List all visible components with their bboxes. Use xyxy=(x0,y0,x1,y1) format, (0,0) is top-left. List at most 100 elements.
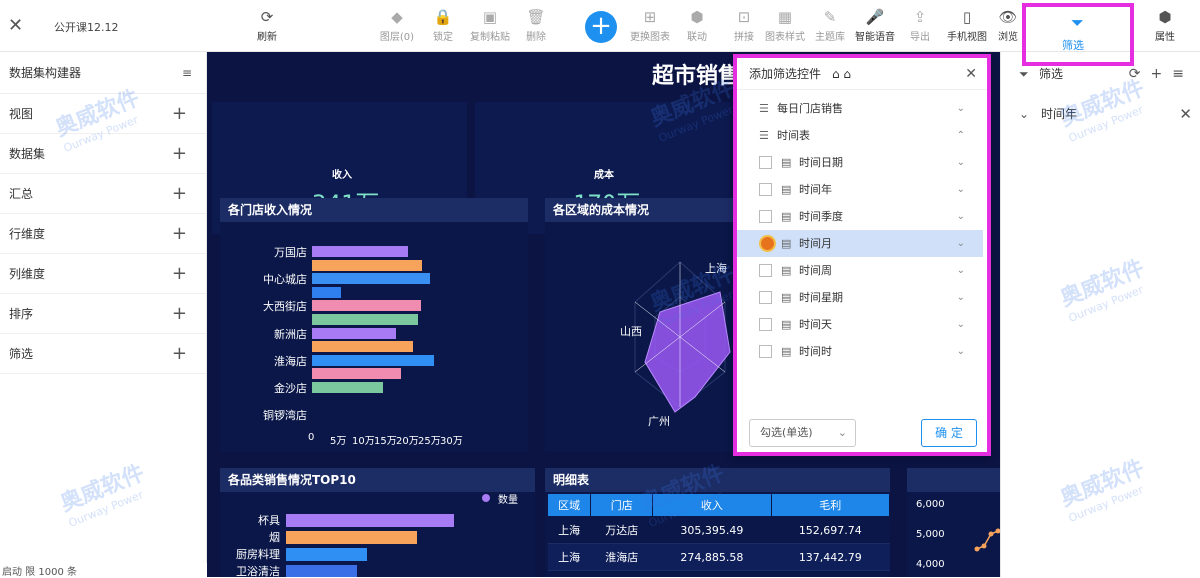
chevron-down-icon[interactable]: ⌄ xyxy=(957,230,965,257)
properties-button[interactable]: ⬢ 属性 xyxy=(1143,6,1187,43)
checkbox[interactable] xyxy=(759,318,772,331)
selection-mode-select[interactable]: 勾选(单选) ⌄ xyxy=(749,419,856,447)
delete-button[interactable]: 🗑 删除 xyxy=(514,6,558,43)
builder-row-row-dim[interactable]: 行维度 + xyxy=(0,214,206,254)
plus-icon[interactable]: + xyxy=(172,214,187,254)
chevron-down-icon[interactable]: ⌄ xyxy=(957,338,965,365)
bar[interactable] xyxy=(312,246,408,257)
chart-style-button[interactable]: ▦ 图表样式 xyxy=(760,6,810,43)
bar[interactable] xyxy=(312,382,384,393)
chevron-up-icon[interactable]: ⌃ xyxy=(957,122,965,149)
filter-field-item[interactable]: ▤ 时间周 ⌄ xyxy=(737,257,983,284)
bar[interactable] xyxy=(312,273,430,285)
close-icon[interactable]: ✕ xyxy=(965,58,977,90)
change-chart-button[interactable]: ⊞ 更换图表 xyxy=(625,6,675,43)
detail-table[interactable]: 区域 门店 收入 毛利 上海 万达店 305,395.49 152,697.74… xyxy=(546,493,891,571)
chevron-down-icon[interactable]: ⌄ xyxy=(957,203,965,230)
bar[interactable] xyxy=(312,354,435,366)
filter-button[interactable]: ⏷ 筛选 xyxy=(1022,3,1134,66)
lock-button[interactable]: 🔒 锁定 xyxy=(421,6,465,43)
chevron-down-icon[interactable]: ⌄ xyxy=(957,95,965,122)
bar[interactable] xyxy=(312,259,423,271)
linkage-icon: ⬢ xyxy=(690,8,704,26)
chevron-down-icon[interactable]: ⌄ xyxy=(1019,96,1029,132)
theme-button[interactable]: ✎ 主题库 xyxy=(808,6,852,43)
checkbox[interactable] xyxy=(759,183,772,196)
plus-icon[interactable]: + xyxy=(172,254,187,294)
voice-button[interactable]: 🎤 智能语音 xyxy=(852,6,898,43)
filter-field-item[interactable]: ▤ 时间季度 ⌄ xyxy=(737,203,983,230)
filter-field-item[interactable]: ▤ 时间时 ⌄ xyxy=(737,338,983,365)
data-point[interactable] xyxy=(974,546,980,552)
close-icon[interactable]: ✕ xyxy=(1179,96,1192,132)
bar[interactable] xyxy=(312,341,413,353)
row-limit-footer[interactable]: 启动 限 1000 条 xyxy=(0,563,207,578)
bar[interactable] xyxy=(312,286,341,298)
checkbox[interactable] xyxy=(759,345,772,358)
builder-row-dataset[interactable]: 数据集 + xyxy=(0,134,206,174)
builder-row-view[interactable]: 视图 + xyxy=(0,94,206,134)
builder-row-sort[interactable]: 排序 + xyxy=(0,294,206,334)
checkbox[interactable] xyxy=(759,291,772,304)
layer-button[interactable]: ◆ 图层(0) xyxy=(375,6,419,43)
copy-paste-button[interactable]: ▣ 复制粘贴 xyxy=(465,6,515,43)
collapse-icon[interactable]: ≡ xyxy=(182,52,192,94)
export-button[interactable]: ⇪ 导出 xyxy=(898,6,942,43)
data-point[interactable] xyxy=(988,531,994,537)
data-point[interactable] xyxy=(981,543,987,549)
region-cost-panel[interactable]: 各区域的成本情况 上海 山西 广州 xyxy=(545,198,735,452)
chevron-down-icon[interactable]: ⌄ xyxy=(957,257,965,284)
store-revenue-panel[interactable]: 各门店收入情况 万国店 中心城店 大西街店 新洲店 淮海店 金沙店 铜锣湾店 0 5万 10万 15… xyxy=(220,198,528,452)
browse-button[interactable]: 👁 浏览 xyxy=(993,6,1023,43)
column-header[interactable]: 毛利 xyxy=(770,493,891,517)
table-row[interactable]: 上海 淮海店 274,885.58 137,442.79 xyxy=(547,543,890,571)
add-component-button[interactable]: + xyxy=(585,11,617,43)
builder-row-filter[interactable]: 筛选 + xyxy=(0,334,206,374)
plus-icon[interactable]: + xyxy=(172,134,187,174)
calendar-icon: ▤ xyxy=(781,345,792,358)
mobile-view-button[interactable]: ▯ 手机视图 xyxy=(942,6,992,43)
builder-row-summary[interactable]: 汇总 + xyxy=(0,174,206,214)
builder-row-col-dim[interactable]: 列维度 + xyxy=(0,254,206,294)
bar[interactable] xyxy=(286,548,367,561)
line-chart-panel[interactable]: 6,000 5,000 4,000 xyxy=(907,468,1000,577)
filter-field-item[interactable]: ▤ 时间天 ⌄ xyxy=(737,311,983,338)
bar[interactable] xyxy=(312,314,418,325)
column-header[interactable]: 收入 xyxy=(652,493,772,517)
column-header[interactable]: 门店 xyxy=(590,493,654,517)
linkage-button[interactable]: ⬢ 联动 xyxy=(675,6,719,43)
confirm-button[interactable]: 确 定 xyxy=(921,419,977,447)
filter-field-item[interactable]: ▤ 时间日期 ⌄ xyxy=(737,149,983,176)
table-row[interactable]: 上海 万达店 305,395.49 152,697.74 xyxy=(547,516,890,544)
checkbox[interactable] xyxy=(759,264,772,277)
group-daily-store-sales[interactable]: ☰ 每日门店销售 ⌄ xyxy=(737,95,983,122)
bar[interactable] xyxy=(312,368,401,380)
filter-field-item[interactable]: ▤ 时间年 ⌄ xyxy=(737,176,983,203)
category-top10-panel[interactable]: 各品类销售情况TOP10 数量 杯具烟厨房料理 卫浴清洁 xyxy=(220,468,535,577)
plus-icon[interactable]: + xyxy=(172,294,187,334)
plus-icon[interactable]: + xyxy=(172,174,187,214)
chevron-down-icon[interactable]: ⌄ xyxy=(957,176,965,203)
filter-item-year[interactable]: ⌄ 时间年 ✕ xyxy=(1001,96,1200,132)
filter-field-item[interactable]: ▤ 时间星期 ⌄ xyxy=(737,284,983,311)
close-icon[interactable]: ✕ xyxy=(8,17,23,35)
chevron-down-icon[interactable]: ⌄ xyxy=(957,284,965,311)
bar[interactable] xyxy=(286,531,418,544)
column-header[interactable]: 区域 xyxy=(546,493,592,517)
chevron-down-icon[interactable]: ⌄ xyxy=(957,311,965,338)
bar[interactable] xyxy=(312,300,422,312)
plus-icon[interactable]: + xyxy=(172,94,187,134)
add-filter-dialog[interactable]: 添加筛选控件 ⌂ ⌂ ✕ ☰ 每日门店销售 ⌄ ☰ 时间表 ⌃ ▤ 时间日期 ⌄ ▤ 时… xyxy=(733,54,991,456)
checkbox[interactable] xyxy=(759,156,772,169)
plus-icon[interactable]: + xyxy=(172,334,187,374)
checkbox[interactable] xyxy=(759,210,772,223)
group-time-table[interactable]: ☰ 时间表 ⌃ xyxy=(737,122,983,149)
tag-icons[interactable]: ⌂ ⌂ xyxy=(832,58,851,90)
refresh-button[interactable]: ⟳ 刷新 xyxy=(245,6,289,43)
bar[interactable] xyxy=(286,514,454,527)
bar[interactable] xyxy=(312,327,396,339)
panel-action-icons[interactable]: ⟳+≡ xyxy=(1129,52,1194,96)
filter-field-item[interactable]: ▤ 时间月 ⌄ xyxy=(737,230,983,257)
bar[interactable] xyxy=(286,565,357,577)
chevron-down-icon[interactable]: ⌄ xyxy=(957,149,965,176)
